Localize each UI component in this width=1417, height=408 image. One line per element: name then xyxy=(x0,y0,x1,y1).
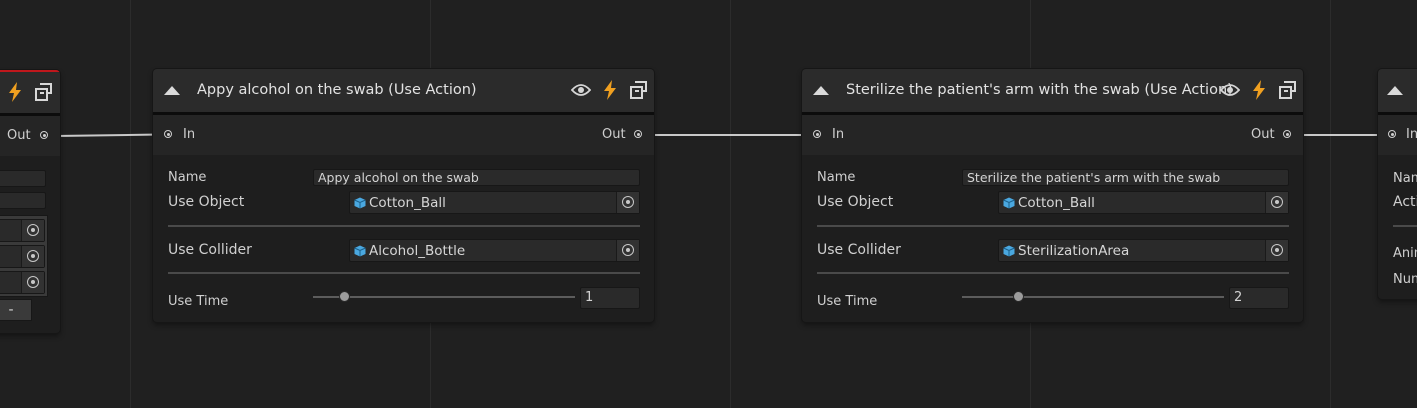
use-object-label: Use Object xyxy=(168,194,245,210)
name-field[interactable]: Sterilize the patient's arm with the swa… xyxy=(962,169,1289,186)
collapse-icon[interactable] xyxy=(1387,86,1403,95)
separator xyxy=(817,225,1289,227)
use-time-slider-thumb[interactable] xyxy=(339,291,350,302)
eye-icon[interactable] xyxy=(1220,83,1240,97)
target-icon[interactable] xyxy=(21,272,44,293)
remove-button[interactable]: - xyxy=(0,299,32,321)
port-in-label: In xyxy=(183,127,196,142)
node-header[interactable]: Sterilize the patient's arm with the swa… xyxy=(802,69,1303,115)
use-object-value: Cotton_Ball xyxy=(369,195,446,211)
name-label: Name xyxy=(817,170,856,185)
lightning-icon[interactable] xyxy=(8,82,22,102)
port-out-label: Out xyxy=(1251,127,1275,142)
use-time-label: Use Time xyxy=(168,294,229,309)
cube-icon xyxy=(1003,197,1015,209)
left-node[interactable]: Out 3 - xyxy=(0,70,60,333)
port-in[interactable] xyxy=(1388,130,1396,138)
use-time-label: Use Time xyxy=(817,294,878,309)
port-in[interactable] xyxy=(164,130,172,138)
use-time-field[interactable]: 1 xyxy=(580,287,640,309)
use-time-slider-thumb[interactable] xyxy=(1013,291,1024,302)
use-collider-label: Use Collider xyxy=(168,242,252,258)
port-out-label: Out xyxy=(602,127,626,142)
object-picker-icon[interactable] xyxy=(616,192,639,213)
use-action-node[interactable]: Sterilize the patient's arm with the swa… xyxy=(802,69,1303,322)
lightning-icon[interactable] xyxy=(1252,80,1266,100)
left-field-2[interactable]: 3 xyxy=(0,192,46,209)
port-out[interactable] xyxy=(634,130,642,138)
use-collider-value: Alcohol_Bottle xyxy=(369,243,466,259)
collapse-icon[interactable] xyxy=(813,86,829,95)
use-time-slider[interactable] xyxy=(313,296,575,298)
connection-wire[interactable] xyxy=(1297,134,1387,136)
port-in[interactable] xyxy=(813,130,821,138)
right-node[interactable]: In Nam Acti Anin Num xyxy=(1378,69,1417,299)
port-out[interactable] xyxy=(1283,130,1291,138)
port-row: In Out xyxy=(802,115,1303,155)
link-icon[interactable] xyxy=(630,81,648,99)
node-header[interactable] xyxy=(1378,69,1417,115)
separator xyxy=(1393,225,1417,227)
use-collider-value: SterilizationArea xyxy=(1018,243,1130,259)
action-label: Acti xyxy=(1393,194,1417,210)
use-time-slider[interactable] xyxy=(962,296,1224,298)
cube-icon xyxy=(1003,245,1015,257)
left-field-1[interactable] xyxy=(0,170,46,187)
left-list xyxy=(0,215,48,297)
animation-label: Anin xyxy=(1393,246,1417,261)
port-in-label: In xyxy=(832,127,845,142)
target-icon[interactable] xyxy=(21,220,44,241)
object-picker-icon[interactable] xyxy=(616,240,639,261)
separator xyxy=(817,272,1289,274)
use-time-field[interactable]: 2 xyxy=(1229,287,1289,309)
grid-line xyxy=(130,0,131,408)
collapse-icon[interactable] xyxy=(164,86,180,95)
port-out-label: Out xyxy=(7,128,31,143)
grid-line xyxy=(730,0,731,408)
link-icon[interactable] xyxy=(1279,81,1297,99)
use-object-value: Cotton_Ball xyxy=(1018,195,1095,211)
lightning-icon[interactable] xyxy=(603,80,617,100)
left-list-item[interactable] xyxy=(0,245,45,268)
link-icon[interactable] xyxy=(35,83,53,101)
cube-icon xyxy=(354,245,366,257)
use-object-field[interactable]: Cotton_Ball xyxy=(349,191,640,214)
cube-icon xyxy=(354,197,366,209)
node-title: Sterilize the patient's arm with the swa… xyxy=(846,82,1233,98)
left-list-item[interactable] xyxy=(0,271,45,294)
use-collider-field[interactable]: SterilizationArea xyxy=(998,239,1289,262)
separator xyxy=(168,225,640,227)
use-collider-label: Use Collider xyxy=(817,242,901,258)
use-collider-field[interactable]: Alcohol_Bottle xyxy=(349,239,640,262)
port-out[interactable] xyxy=(40,131,48,139)
name-label: Name xyxy=(168,170,207,185)
use-action-node[interactable]: Appy alcohol on the swab (Use Action) In… xyxy=(153,69,654,322)
object-picker-icon[interactable] xyxy=(1265,192,1288,213)
eye-icon[interactable] xyxy=(571,83,591,97)
use-object-label: Use Object xyxy=(817,194,894,210)
target-icon[interactable] xyxy=(21,246,44,267)
port-row: In Out xyxy=(153,115,654,155)
connection-wire[interactable] xyxy=(54,133,161,137)
name-label: Nam xyxy=(1393,171,1417,186)
port-row: In xyxy=(1378,115,1417,155)
port-in-label: In xyxy=(1406,127,1417,142)
node-header[interactable]: Appy alcohol on the swab (Use Action) xyxy=(153,69,654,115)
node-title: Appy alcohol on the swab (Use Action) xyxy=(197,82,477,98)
grid-line xyxy=(1330,0,1331,408)
left-list-item[interactable] xyxy=(0,219,45,242)
use-object-field[interactable]: Cotton_Ball xyxy=(998,191,1289,214)
name-field[interactable]: Appy alcohol on the swab xyxy=(313,169,640,186)
object-picker-icon[interactable] xyxy=(1265,240,1288,261)
number-label: Num xyxy=(1393,272,1417,287)
remove-button-label: - xyxy=(8,302,14,318)
connection-wire[interactable] xyxy=(648,134,812,136)
separator xyxy=(168,272,640,274)
